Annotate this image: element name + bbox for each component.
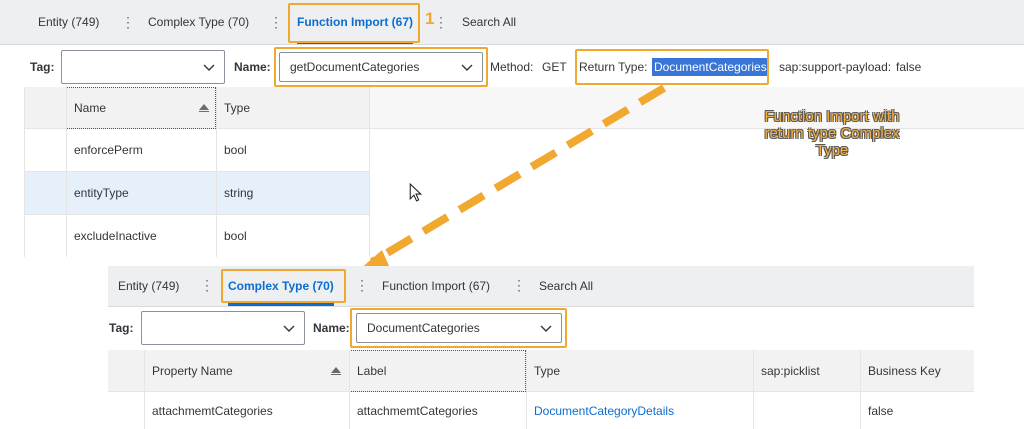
overflow-dots-icon[interactable]: ⋮ — [121, 15, 135, 29]
mouse-cursor-icon — [409, 183, 422, 202]
divider — [349, 350, 350, 429]
divider — [526, 350, 527, 429]
divider — [369, 87, 370, 257]
tab-label: Function Import (67) — [382, 279, 491, 293]
column-header-name: Name — [74, 100, 107, 115]
divider — [24, 214, 369, 215]
column-header-type: Type — [534, 363, 561, 378]
divider — [66, 87, 67, 257]
tag-select[interactable] — [141, 311, 305, 345]
tab-label: Search All — [539, 279, 594, 293]
row-name: enforcePerm — [74, 143, 143, 157]
tab-label: Entity (749) — [38, 15, 100, 29]
step-1-marker: 1 — [425, 9, 435, 28]
support-payload-value: false — [896, 60, 922, 74]
top-tab-bar: Entity (749) ⋮ Complex Type (70) ⋮ Funct… — [0, 0, 1024, 45]
tag-select[interactable] — [61, 50, 225, 84]
tag-label: Tag: — [109, 321, 134, 335]
highlight-function-import-tab — [288, 3, 420, 43]
bottom-tab-search-all[interactable]: Search All — [539, 266, 593, 306]
bottom-table: Property Name Label Type sap:picklist Bu… — [108, 350, 974, 429]
top-tab-entity[interactable]: Entity (749) — [38, 0, 99, 44]
sort-ascending-icon[interactable] — [331, 367, 341, 375]
method-label: Method: — [490, 60, 534, 74]
tag-label: Tag: — [30, 60, 55, 74]
top-tab-complex-type[interactable]: Complex Type (70) — [148, 0, 249, 44]
name-label: Name: — [234, 60, 271, 74]
column-header-property-name: Property Name — [152, 363, 233, 378]
divider — [216, 87, 217, 257]
row-label: attachmemtCategories — [357, 403, 478, 418]
column-header-label: Label — [357, 363, 387, 378]
divider — [24, 171, 369, 172]
bottom-tab-entity[interactable]: Entity (749) — [118, 266, 179, 306]
sort-ascending-icon[interactable] — [199, 104, 209, 112]
bottom-tab-function-import[interactable]: Function Import (67) — [382, 266, 490, 306]
annotation-note: Function Import with return type Complex… — [764, 108, 900, 159]
table-empty-header-area — [369, 87, 1024, 129]
column-header-type: Type — [224, 100, 251, 115]
divider — [24, 87, 25, 257]
tab-label: Entity (749) — [118, 279, 180, 293]
tab-label: Search All — [462, 15, 517, 29]
overflow-dots-icon[interactable]: ⋮ — [512, 278, 526, 292]
overflow-dots-icon[interactable]: ⋮ — [200, 278, 214, 292]
row-type-link[interactable]: DocumentCategoryDetails — [526, 392, 753, 429]
highlight-return-type — [575, 49, 769, 85]
divider — [860, 350, 861, 429]
overflow-dots-icon[interactable]: ⋮ — [434, 15, 448, 29]
chevron-down-icon — [283, 325, 295, 332]
support-payload-label: sap:support-payload: — [779, 60, 892, 74]
row-picklist — [753, 392, 860, 429]
name-label: Name: — [313, 321, 350, 335]
top-tab-search-all[interactable]: Search All — [462, 0, 516, 44]
method-value: GET — [542, 60, 567, 74]
highlight-name-select — [274, 47, 488, 87]
row-business-key: false — [868, 403, 894, 418]
row-type: bool — [224, 229, 247, 243]
column-header-picklist: sap:picklist — [761, 363, 820, 378]
row-name: entityType — [74, 186, 129, 200]
tab-label: Complex Type (70) — [148, 15, 250, 29]
row-property-name: attachmemtCategories — [152, 403, 273, 418]
column-header-business-key: Business Key — [868, 363, 941, 378]
row-type: bool — [224, 143, 247, 157]
divider — [753, 350, 754, 429]
highlight-complex-type-name — [350, 308, 567, 348]
row-type: string — [224, 186, 254, 200]
chevron-down-icon — [203, 64, 215, 71]
overflow-dots-icon[interactable]: ⋮ — [355, 278, 369, 292]
divider — [144, 350, 145, 429]
row-name: excludeInactive — [74, 229, 157, 243]
highlight-complex-type-tab — [221, 269, 346, 303]
overflow-dots-icon[interactable]: ⋮ — [269, 15, 283, 29]
